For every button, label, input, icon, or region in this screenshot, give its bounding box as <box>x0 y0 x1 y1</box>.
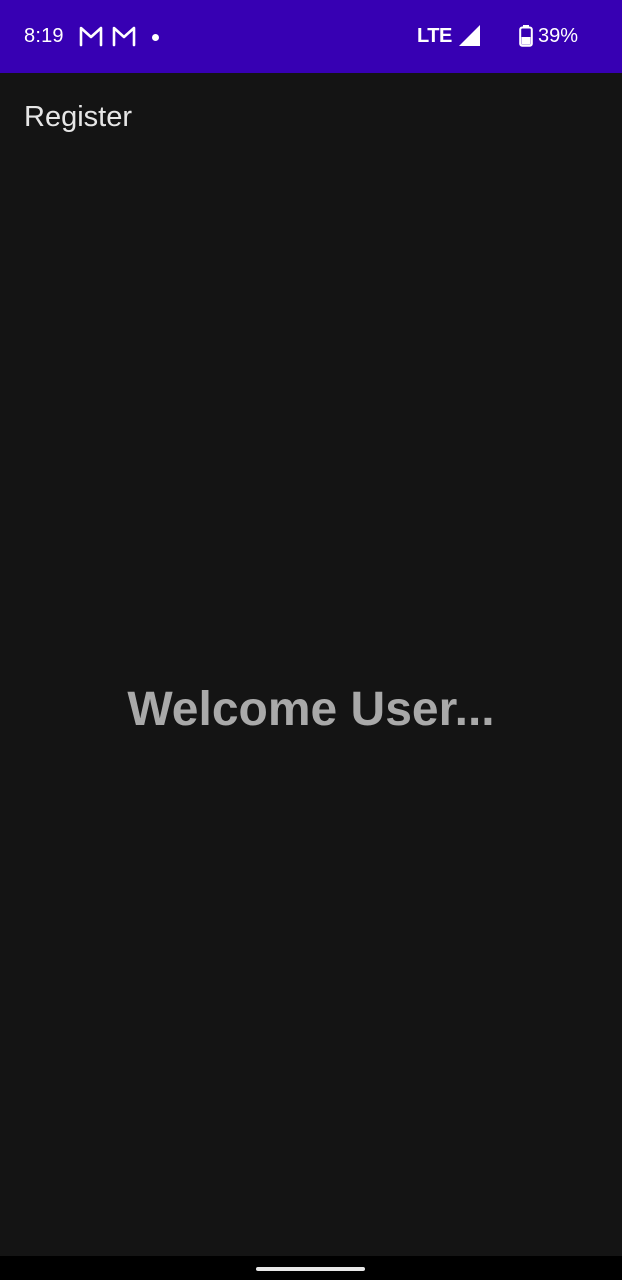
cell-signal-icon <box>459 25 480 46</box>
navigation-bar <box>0 1256 622 1280</box>
network-type: LTE <box>417 25 452 47</box>
battery-percentage: 39% <box>538 25 579 47</box>
battery-icon <box>519 25 533 47</box>
page-title: Register <box>24 101 132 133</box>
welcome-message: Welcome User... <box>127 683 495 736</box>
app-screen: 8:19 LTE 39% Register Welcome User... <box>0 0 622 1280</box>
more-notifications-dot <box>152 34 159 41</box>
status-bar: 8:19 LTE 39% <box>0 0 622 73</box>
app-bar: Register <box>0 73 622 163</box>
status-time: 8:19 <box>24 25 64 47</box>
gmail-icon <box>79 26 103 47</box>
gesture-handle[interactable] <box>256 1267 365 1271</box>
gmail-icon <box>112 26 136 47</box>
